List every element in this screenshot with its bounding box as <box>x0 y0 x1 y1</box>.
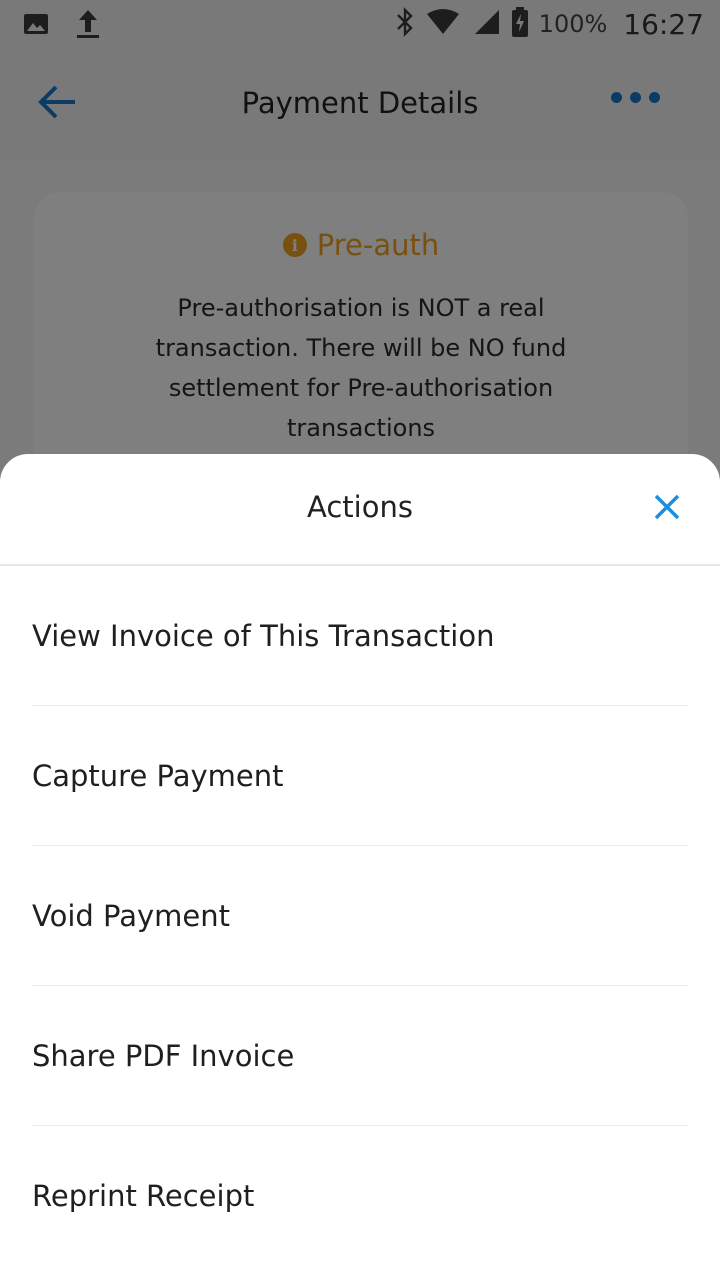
actions-bottom-sheet: Actions View Invoice of This Transaction… <box>0 454 720 1280</box>
close-icon <box>650 494 684 528</box>
action-void-payment[interactable]: Void Payment <box>32 846 688 986</box>
action-label: Capture Payment <box>32 758 284 793</box>
action-list: View Invoice of This Transaction Capture… <box>0 566 720 1266</box>
close-button[interactable] <box>650 490 684 524</box>
action-capture-payment[interactable]: Capture Payment <box>32 706 688 846</box>
action-view-invoice[interactable]: View Invoice of This Transaction <box>32 566 688 706</box>
action-label: Void Payment <box>32 898 230 933</box>
action-label: Reprint Receipt <box>32 1179 255 1213</box>
sheet-header: Actions <box>0 454 720 566</box>
sheet-title: Actions <box>307 490 413 524</box>
action-share-pdf-invoice[interactable]: Share PDF Invoice <box>32 986 688 1126</box>
action-reprint-receipt[interactable]: Reprint Receipt <box>32 1126 688 1266</box>
action-label: View Invoice of This Transaction <box>32 618 495 653</box>
action-label: Share PDF Invoice <box>32 1038 295 1073</box>
